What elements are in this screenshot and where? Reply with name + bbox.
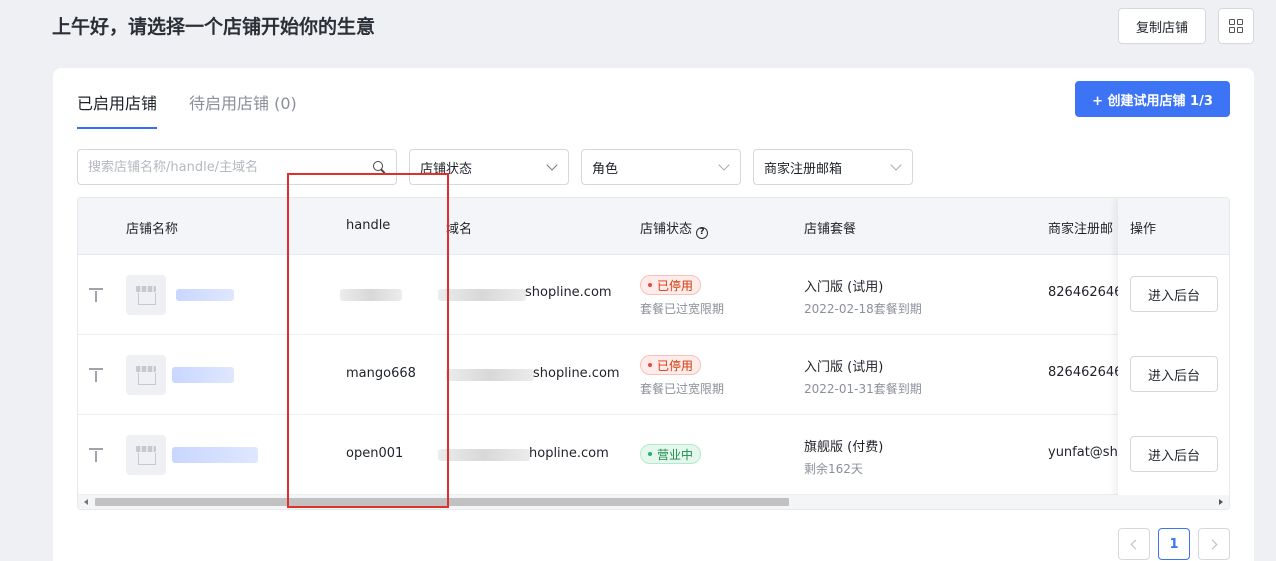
merchant-email-select-label: 商家注册邮箱 [764, 161, 843, 177]
status-badge: 营业中 [640, 444, 702, 464]
page-greeting: 上午好，请选择一个店铺开始你的生意 [52, 16, 376, 38]
store-status-select[interactable]: 店铺状态 [409, 149, 569, 185]
enter-admin-button[interactable]: 进入后台 [1130, 436, 1218, 472]
handle-text: open001 [346, 446, 404, 461]
store-icon [126, 275, 166, 315]
plan-name: 入门版 (试用) [804, 360, 884, 375]
tab-pending-stores[interactable]: 待启用店铺 (0) [189, 68, 297, 129]
page-number-button[interactable]: 1 [1158, 528, 1190, 560]
column-header-store-status: 店铺状态? [640, 218, 709, 239]
pin-to-top-icon[interactable] [89, 368, 103, 382]
table-row: mango668 shopline.com 已停用 套餐已过宽限期 入门版 (试… [78, 335, 1229, 415]
column-header-handle: handle [346, 218, 391, 233]
enter-admin-button[interactable]: 进入后台 [1130, 276, 1218, 312]
redacted-store-name [172, 447, 258, 463]
chevron-down-icon [546, 159, 558, 171]
domain-suffix: shopline.com [525, 285, 612, 300]
table-header: 店铺名称 handle 域名 店铺状态? 店铺套餐 商家注册邮 [78, 198, 1229, 255]
help-icon[interactable]: ? [696, 227, 709, 239]
column-header-plan: 店铺套餐 [804, 222, 857, 237]
redacted-domain-prefix [446, 369, 534, 381]
next-page-button[interactable] [1198, 528, 1230, 560]
store-tabs: 已启用店铺 待启用店铺 (0) [77, 68, 329, 129]
store-list-card: 已启用店铺 待启用店铺 (0) + 创建试用店铺 1/3 店铺状态 角色 商家注… [53, 68, 1254, 561]
grid-icon [1229, 19, 1243, 33]
chevron-right-icon [1207, 539, 1218, 549]
column-header-store-status-label: 店铺状态 [640, 222, 693, 237]
role-select-label: 角色 [592, 161, 619, 177]
enter-admin-button[interactable]: 进入后台 [1130, 356, 1218, 392]
copy-store-button[interactable]: 复制店铺 [1118, 8, 1206, 44]
redacted-handle [340, 289, 402, 301]
column-header-email: 商家注册邮 [1048, 222, 1114, 237]
status-badge: 已停用 [640, 275, 702, 295]
plan-expiry: 2022-02-18套餐到期 [804, 302, 922, 316]
store-table: 店铺名称 handle 域名 店铺状态? 店铺套餐 商家注册邮 shopline… [77, 197, 1230, 510]
search-input[interactable] [88, 159, 372, 175]
redacted-domain-prefix [438, 449, 530, 461]
tab-enabled-stores[interactable]: 已启用店铺 [77, 68, 158, 129]
chevron-left-icon [1130, 539, 1141, 549]
column-header-actions: 操作 [1118, 198, 1229, 255]
status-badge: 已停用 [640, 355, 702, 375]
redacted-store-name [176, 289, 234, 301]
plan-remaining: 剩余162天 [804, 462, 863, 476]
scrollbar-thumb[interactable] [95, 498, 789, 506]
plan-name: 旗舰版 (付费) [804, 440, 884, 455]
plan-name: 入门版 (试用) [804, 280, 884, 295]
redacted-domain-prefix [438, 289, 526, 301]
store-icon [126, 355, 166, 395]
status-subtext: 套餐已过宽限期 [640, 382, 725, 396]
domain-suffix: hopline.com [529, 446, 609, 461]
pin-to-top-icon[interactable] [89, 448, 103, 462]
chevron-down-icon [718, 159, 730, 171]
redacted-store-name [172, 367, 234, 383]
search-box [77, 149, 397, 185]
create-trial-store-button[interactable]: + 创建试用店铺 1/3 [1075, 81, 1230, 117]
table-row: shopline.com 已停用 套餐已过宽限期 入门版 (试用) 2022-0… [78, 255, 1229, 335]
grid-view-button[interactable] [1218, 8, 1254, 44]
actions-column: 操作 进入后台 进入后台 进入后台 [1118, 198, 1229, 509]
merchant-email: yunfat@sho [1048, 445, 1126, 460]
horizontal-scrollbar[interactable] [78, 495, 1229, 509]
status-subtext: 套餐已过宽限期 [640, 302, 725, 316]
column-header-domain: 域名 [446, 222, 473, 237]
merchant-email-select[interactable]: 商家注册邮箱 [753, 149, 913, 185]
store-icon [126, 435, 166, 475]
search-icon[interactable] [372, 160, 386, 174]
domain-suffix: shopline.com [533, 366, 620, 381]
store-status-select-label: 店铺状态 [420, 161, 473, 177]
table-row: open001 hopline.com 营业中 旗舰版 (付费) 剩余162天 … [78, 415, 1229, 495]
pin-to-top-icon[interactable] [89, 288, 103, 302]
chevron-down-icon [890, 159, 902, 171]
scroll-right-arrow-icon[interactable] [1219, 499, 1223, 505]
scroll-left-arrow-icon[interactable] [84, 499, 88, 505]
role-select[interactable]: 角色 [581, 149, 741, 185]
plan-expiry: 2022-01-31套餐到期 [804, 382, 922, 396]
column-header-store-name: 店铺名称 [126, 222, 179, 237]
prev-page-button[interactable] [1118, 528, 1150, 560]
handle-text: mango668 [346, 366, 416, 381]
